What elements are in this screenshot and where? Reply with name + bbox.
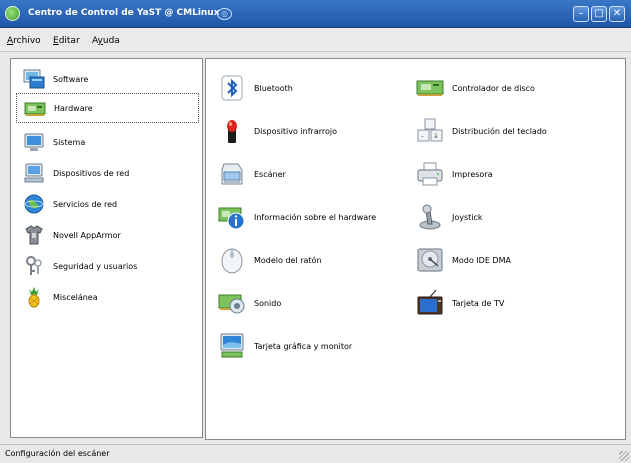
status-text: Configuración del escáner [5,449,110,458]
module-informacion-hardware[interactable]: Información sobre el hardware [218,203,418,231]
hardware-icon [24,102,46,116]
module-escaner[interactable]: Escáner [218,160,418,188]
yast-app-icon [5,6,20,21]
sidebar-item-seguridad-y-usuarios[interactable]: Seguridad y usuarios [11,251,202,281]
title-ring-icon: ◎ [217,8,232,20]
resize-grip-icon[interactable] [619,451,629,461]
menu-archivo[interactable]: Archivo [7,36,41,46]
module-joystick[interactable]: Joystick [416,203,616,231]
apparmor-shirt-icon [25,225,43,245]
hardware-info-icon [218,207,245,230]
minimize-button[interactable]: – [573,6,589,22]
bluetooth-icon [221,75,243,101]
sidebar-item-sistema[interactable]: Sistema [11,127,202,157]
printer-icon [417,162,443,186]
tv-card-icon [417,289,443,315]
module-impresora[interactable]: Impresora [416,160,616,188]
network-services-globe-icon [24,194,44,214]
ide-dma-icon [417,248,443,272]
category-sidebar: Software Hardware Sistema Dispositivos d… [10,58,203,438]
module-ide-dma[interactable]: Modo IDE DMA [416,246,616,274]
menu-bar: Archivo Editar Ayuda [0,29,631,52]
sidebar-item-dispositivos-de-red[interactable]: Dispositivos de red [11,158,202,188]
sidebar-item-software[interactable]: Software [11,64,202,94]
sidebar-item-miscelanea[interactable]: Miscelánea [11,282,202,312]
network-devices-icon [24,163,44,183]
disk-controller-icon [416,80,444,96]
misc-pineapple-icon [27,287,41,308]
close-button[interactable]: ✕ [609,6,625,22]
window-title: Centro de Control de YaST @ CMLinux [28,8,220,18]
system-monitor-icon [24,133,44,151]
menu-ayuda[interactable]: Ayuda [92,36,120,46]
module-distribucion-teclado[interactable]: – ä Distribución del teclado [416,117,616,145]
graphics-card-monitor-icon [220,333,244,358]
sidebar-item-servicios-de-red[interactable]: Servicios de red [11,189,202,219]
svg-text:ä: ä [434,133,438,140]
svg-text:–: – [421,133,424,140]
title-bar[interactable]: Centro de Control de YaST @ CMLinux ◎ – … [0,0,631,28]
status-bar: Configuración del escáner [0,444,631,463]
module-infrarrojo[interactable]: Dispositivo infrarrojo [218,117,418,145]
security-keys-icon [26,256,42,275]
mouse-icon [221,248,243,274]
module-tarjeta-tv[interactable]: Tarjeta de TV [416,289,616,317]
module-panel: Bluetooth Dispositivo infrarrojo Escáner… [205,58,626,440]
module-bluetooth[interactable]: Bluetooth [218,74,418,102]
scanner-icon [221,163,243,185]
joystick-icon [419,204,441,230]
menu-editar[interactable]: Editar [53,36,80,46]
sound-icon [218,294,245,314]
keyboard-layout-icon: – ä [417,118,443,142]
module-tarjeta-grafica-monitor[interactable]: Tarjeta gráfica y monitor [218,332,418,360]
infrared-icon [227,120,237,143]
module-controlador-disco[interactable]: Controlador de disco [416,74,616,102]
module-sonido[interactable]: Sonido [218,289,418,317]
maximize-button[interactable]: □ [591,6,607,22]
module-modelo-raton[interactable]: Modelo del ratón [218,246,418,274]
sidebar-item-hardware[interactable]: Hardware [16,93,199,123]
software-icon [23,69,45,89]
sidebar-item-novell-apparmor[interactable]: Novell AppArmor [11,220,202,250]
